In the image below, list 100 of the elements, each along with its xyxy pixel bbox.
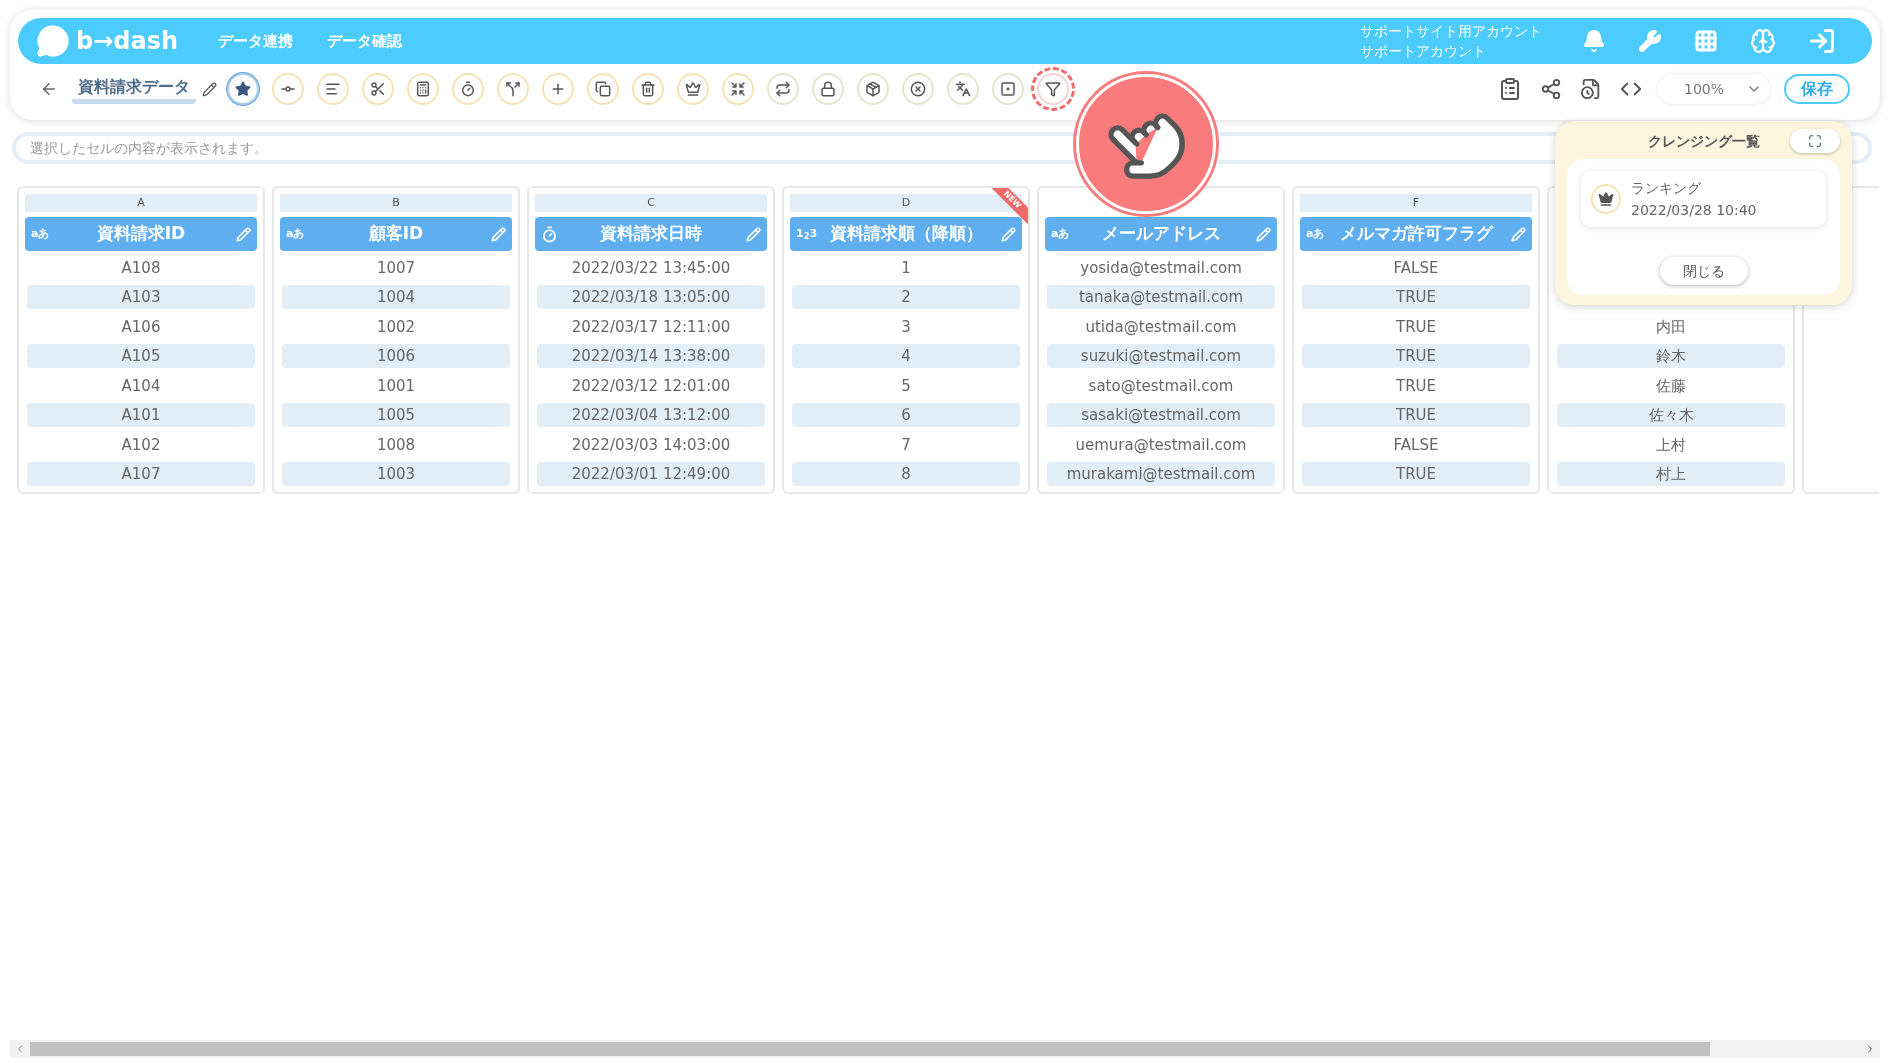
column-letter[interactable]: A	[25, 194, 257, 212]
table-cell[interactable]: A106	[27, 314, 255, 339]
table-cell[interactable]: TRUE	[1302, 373, 1530, 398]
panel-title: クレンジング一覧	[1646, 131, 1761, 151]
table-cell[interactable]: 1007	[282, 255, 510, 280]
scrollbar-thumb[interactable]	[30, 1042, 1710, 1056]
split-arrow-tool-button[interactable]	[496, 73, 529, 105]
edit-icon[interactable]	[202, 81, 217, 97]
table-cell[interactable]: yosida@testmail.com	[1047, 255, 1275, 280]
table-cell[interactable]: FALSE	[1302, 255, 1530, 280]
table-cell[interactable]: 2022/03/22 13:45:00	[537, 255, 765, 280]
dots-line-tool-button[interactable]	[271, 73, 304, 105]
table-cell[interactable]: 1006	[282, 344, 510, 369]
split-arrow-icon	[504, 81, 521, 97]
cleansing-item[interactable]: ランキング 2022/03/28 10:40	[1581, 171, 1826, 227]
table-cell[interactable]: A107	[27, 462, 255, 487]
table-cell[interactable]: utida@testmail.com	[1047, 314, 1275, 339]
table-cell[interactable]: TRUE	[1302, 285, 1530, 310]
data-title[interactable]: 資料請求データ	[72, 74, 196, 104]
table-cell[interactable]: 上村	[1557, 432, 1785, 457]
star-tool-button[interactable]	[226, 73, 259, 105]
table-cell[interactable]: A101	[27, 403, 255, 428]
table-cell[interactable]: TRUE	[1302, 462, 1530, 487]
type-label: aあ	[31, 225, 50, 242]
table-cell[interactable]: 2022/03/03 14:03:00	[537, 432, 765, 457]
expand-button[interactable]	[1790, 129, 1840, 153]
table-cell[interactable]: sato@testmail.com	[1047, 373, 1275, 398]
table-cell[interactable]: 村上	[1557, 462, 1785, 487]
x-circle-tool-button[interactable]	[901, 73, 934, 105]
table-cell[interactable]: A103	[27, 285, 255, 310]
trash-icon	[639, 81, 656, 97]
table-cell[interactable]: TRUE	[1302, 344, 1530, 369]
table-cell[interactable]: 1005	[282, 403, 510, 428]
table-cell[interactable]: 1008	[282, 432, 510, 457]
share-icon[interactable]	[1540, 78, 1562, 100]
table-cell[interactable]: 1002	[282, 314, 510, 339]
back-icon[interactable]	[40, 80, 58, 98]
table-cell[interactable]: 佐々木	[1557, 403, 1785, 428]
table-cell[interactable]: 8	[792, 462, 1020, 487]
type-label: aあ	[286, 225, 305, 242]
table-cell[interactable]: 内田	[1557, 314, 1785, 339]
translate-tool-button[interactable]	[946, 73, 979, 105]
table-cell[interactable]: TRUE	[1302, 403, 1530, 428]
text-lines-tool-button[interactable]	[316, 73, 349, 105]
lock-icon	[819, 81, 836, 97]
table-cell[interactable]: 2022/03/14 13:38:00	[537, 344, 765, 369]
table-cell[interactable]: 1003	[282, 462, 510, 487]
table-cell[interactable]: 7	[792, 432, 1020, 457]
table-cell[interactable]: 2022/03/18 13:05:00	[537, 285, 765, 310]
lock-tool-button[interactable]	[811, 73, 844, 105]
column-letter[interactable]: F	[1300, 194, 1532, 212]
table-cell[interactable]: tanaka@testmail.com	[1047, 285, 1275, 310]
table-cell[interactable]: 5	[792, 373, 1020, 398]
table-cell[interactable]: A108	[27, 255, 255, 280]
expand-icon	[1808, 134, 1822, 148]
shrink-tool-button[interactable]	[721, 73, 754, 105]
table-cell[interactable]: 1004	[282, 285, 510, 310]
box-tool-button[interactable]	[856, 73, 889, 105]
table-cell[interactable]: 鈴木	[1557, 344, 1785, 369]
plus-tool-button[interactable]	[541, 73, 574, 105]
table-cell[interactable]: 2022/03/17 12:11:00	[537, 314, 765, 339]
calculator-tool-button[interactable]	[406, 73, 439, 105]
table-cell[interactable]: 2	[792, 285, 1020, 310]
table-cell[interactable]: TRUE	[1302, 314, 1530, 339]
square-dot-tool-button[interactable]	[991, 73, 1024, 105]
filter-tool-button[interactable]	[1036, 73, 1069, 105]
table-cell[interactable]: 3	[792, 314, 1020, 339]
scissors-tool-button[interactable]	[361, 73, 394, 105]
shrink-icon	[729, 81, 746, 97]
crown-tool-button[interactable]	[676, 73, 709, 105]
table-cell[interactable]: 1	[792, 255, 1020, 280]
table-cell[interactable]: 6	[792, 403, 1020, 428]
table-cell[interactable]: FALSE	[1302, 432, 1530, 457]
table-cell[interactable]: uemura@testmail.com	[1047, 432, 1275, 457]
table-cell[interactable]: 佐藤	[1557, 373, 1785, 398]
table-cell[interactable]: A105	[27, 344, 255, 369]
repeat-tool-button[interactable]	[766, 73, 799, 105]
table-cell[interactable]: A104	[27, 373, 255, 398]
close-button[interactable]: 閉じる	[1659, 257, 1748, 285]
table-cell[interactable]: 2022/03/01 12:49:00	[537, 462, 765, 487]
scissors-icon	[369, 81, 386, 97]
clipboard-icon[interactable]	[1498, 77, 1522, 101]
trash-tool-button[interactable]	[631, 73, 664, 105]
stopwatch-tool-button[interactable]	[451, 73, 484, 105]
table-cell[interactable]: A102	[27, 432, 255, 457]
table-cell[interactable]: suzuki@testmail.com	[1047, 344, 1275, 369]
copy-tool-button[interactable]	[586, 73, 619, 105]
zoom-select[interactable]: 100%	[1658, 74, 1770, 104]
box-icon	[864, 81, 881, 97]
table-cell[interactable]: murakami@testmail.com	[1047, 462, 1275, 487]
table-cell[interactable]: 2022/03/04 13:12:00	[537, 403, 765, 428]
table-cell[interactable]: sasaki@testmail.com	[1047, 403, 1275, 428]
logo-icon	[36, 24, 70, 58]
save-button[interactable]: 保存	[1784, 74, 1850, 104]
table-cell[interactable]: 2022/03/12 12:01:00	[537, 373, 765, 398]
column-letter[interactable]: B	[280, 194, 512, 212]
table-cell[interactable]: 4	[792, 344, 1020, 369]
column-letter[interactable]: C	[535, 194, 767, 212]
table-cell[interactable]: 1001	[282, 373, 510, 398]
file-history-icon[interactable]	[1580, 78, 1602, 100]
